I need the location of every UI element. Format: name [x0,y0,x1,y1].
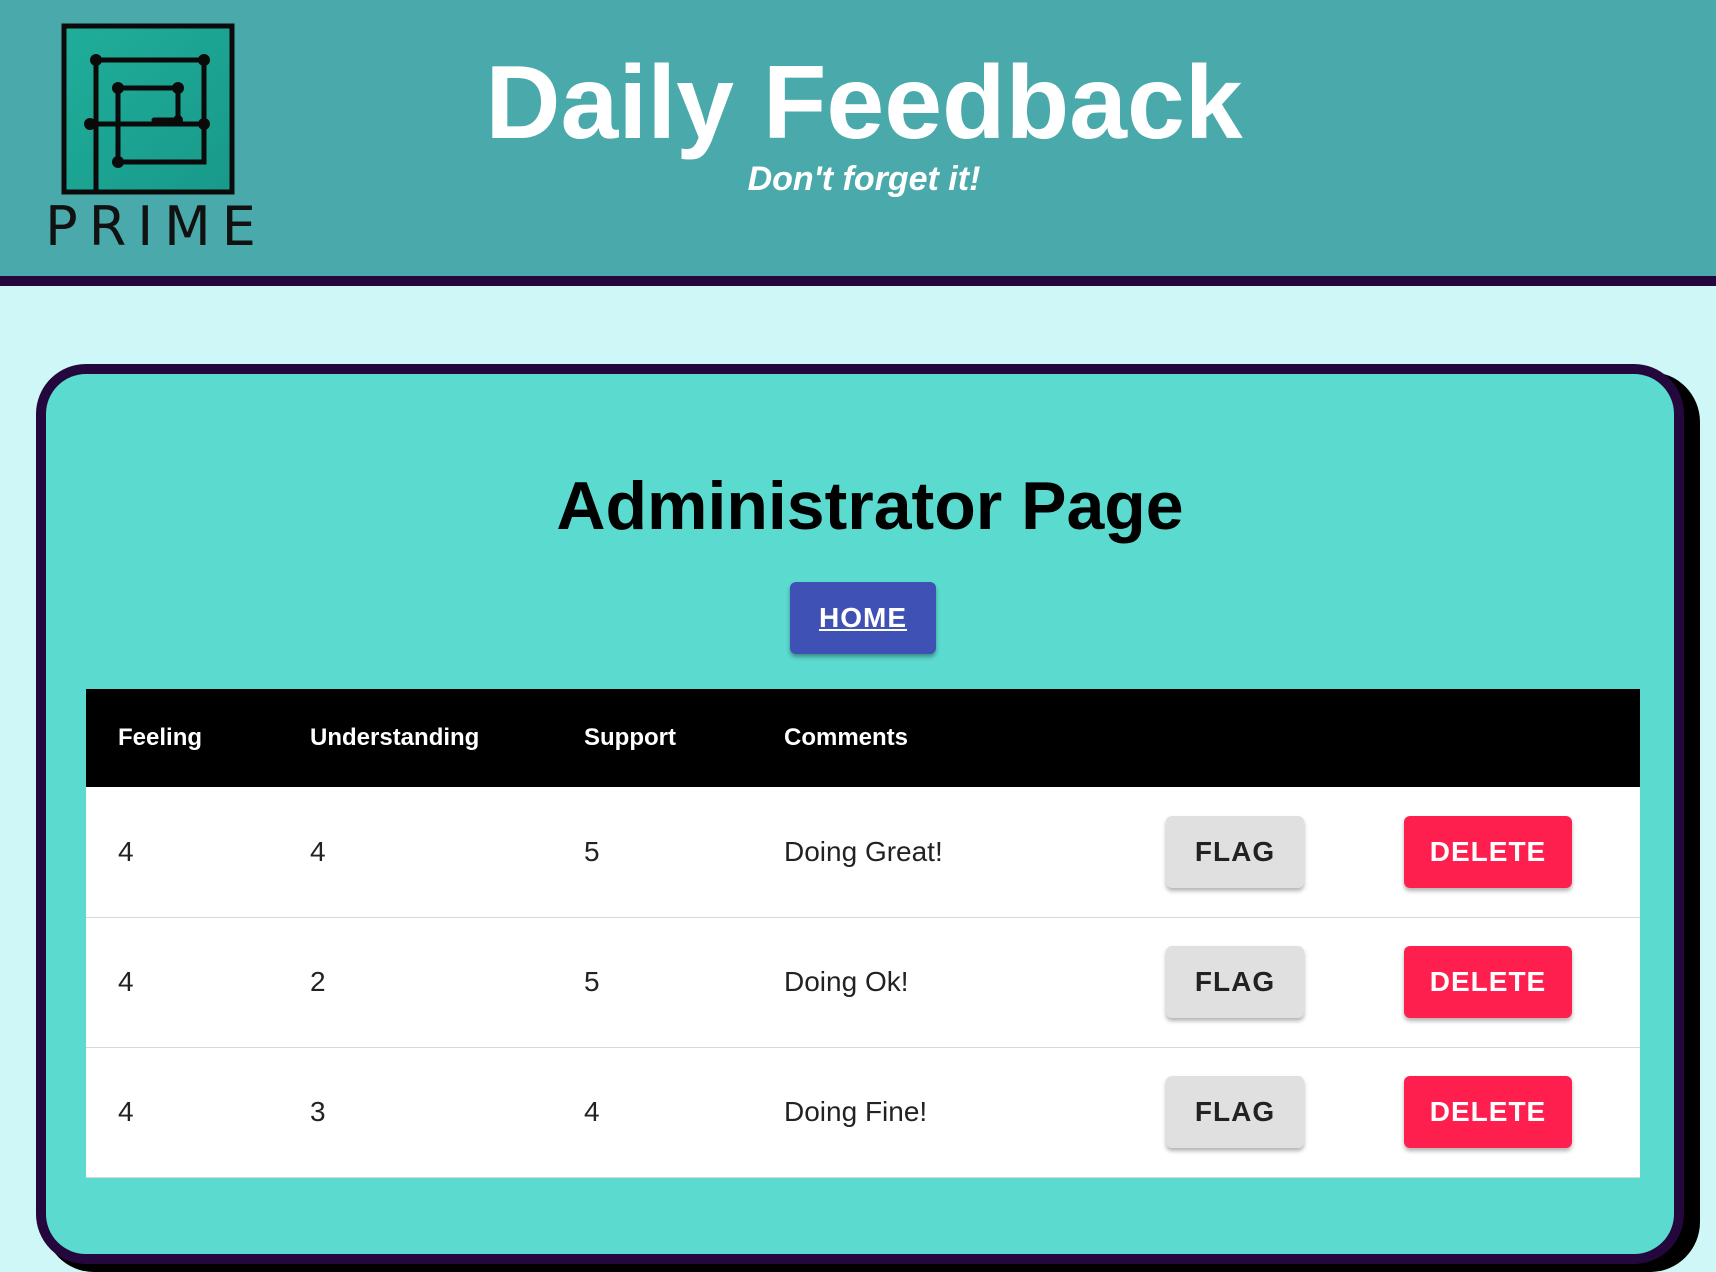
flag-cell: FLAG [1156,787,1404,917]
home-button[interactable]: HOME [790,582,936,654]
column-header-comments: Comments [784,724,909,751]
page-title: Administrator Page [556,468,1184,544]
feedback-table: Feeling Understanding Support Comments 4… [86,689,1640,1178]
app-title: Daily Feedback [485,45,1243,161]
feedback-table-container: Feeling Understanding Support Comments 4… [86,689,1640,1178]
column-header-feeling: Feeling [118,724,203,751]
column-header-understanding: Understanding [310,724,480,751]
support-cell: 5 [584,966,600,997]
comments-cell: Doing Ok! [784,966,909,997]
delete-button[interactable]: DELETE [1404,815,1572,888]
support-cell: 5 [584,835,600,867]
table-row: 4 3 4 Doing Fine! FLAG DELETE [86,1047,1640,1177]
comments-cell: Doing Fine! [784,1096,928,1127]
table-header: Feeling Understanding Support Comments [86,689,1640,787]
logo-text: PRIME [45,195,267,258]
understanding-cell: 4 [310,835,326,867]
delete-cell: DELETE [1404,787,1640,917]
column-header-flag [1156,689,1404,787]
delete-cell: DELETE [1404,917,1640,1047]
flag-button[interactable]: FLAG [1166,1076,1304,1148]
delete-cell: DELETE [1404,1047,1640,1177]
app-header: PRIME Daily Feedback Don't forget it! [0,0,1716,286]
feeling-cell: 4 [118,835,134,867]
table-body: 4 4 5 Doing Great! FLAG DELETE 4 2 5 Doi… [86,787,1640,1177]
understanding-cell: 3 [310,1096,326,1127]
table-row: 4 2 5 Doing Ok! FLAG DELETE [86,917,1640,1047]
column-header-support: Support [584,724,676,751]
flag-cell: FLAG [1156,917,1404,1047]
delete-button[interactable]: DELETE [1404,1076,1572,1148]
column-header-delete [1404,689,1640,787]
flag-button[interactable]: FLAG [1166,946,1304,1018]
flag-cell: FLAG [1156,1047,1404,1177]
delete-button[interactable]: DELETE [1404,946,1572,1018]
understanding-cell: 2 [310,966,326,997]
support-cell: 4 [584,1096,600,1127]
feeling-cell: 4 [118,966,134,997]
table-row: 4 4 5 Doing Great! FLAG DELETE [86,787,1640,917]
app-subtitle: Don't forget it! [747,160,981,198]
feeling-cell: 4 [118,1096,134,1127]
admin-card: Administrator Page HOME Feeling Understa… [36,364,1684,1264]
comments-cell: Doing Great! [784,835,943,867]
flag-button[interactable]: FLAG [1166,815,1304,888]
